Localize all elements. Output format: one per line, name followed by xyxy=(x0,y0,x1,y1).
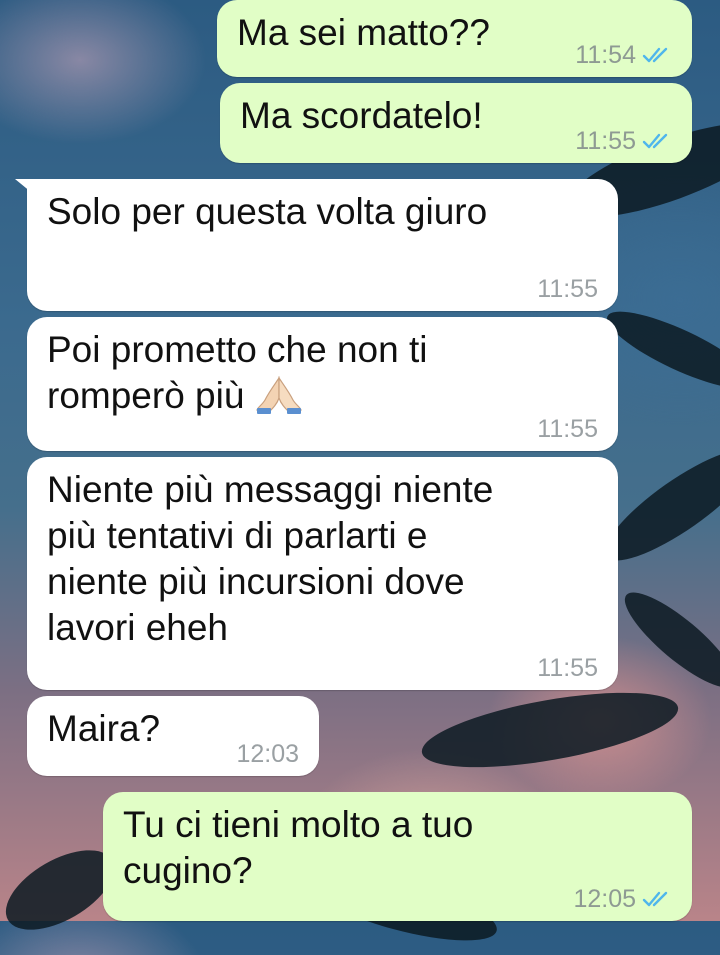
double-check-icon xyxy=(642,891,668,907)
message-text: Solo per questa volta giuro xyxy=(47,191,488,232)
message-meta: 12:03 xyxy=(236,740,299,768)
message-outgoing[interactable]: Ma sei matto?? 11:54 xyxy=(217,0,692,77)
message-meta: 11:55 xyxy=(537,275,598,303)
message-incoming[interactable]: Solo per questa volta giuro 11:55 xyxy=(15,179,618,311)
message-text: Tu ci tieni molto a tuo cugino? xyxy=(123,804,474,891)
message-incoming[interactable]: Maira? 12:03 xyxy=(27,696,319,776)
message-time: 11:55 xyxy=(537,415,598,443)
message-meta: 11:54 xyxy=(575,41,672,69)
double-check-icon xyxy=(642,47,668,63)
message-time: 12:03 xyxy=(236,740,299,768)
message-meta: 11:55 xyxy=(575,127,672,155)
message-meta: 11:55 xyxy=(537,654,598,682)
message-meta: 12:05 xyxy=(573,885,672,913)
message-outgoing[interactable]: Tu ci tieni molto a tuo cugino? 12:05 xyxy=(103,792,692,921)
chat-conversation: Ma sei matto?? 11:54 Ma scordatelo! 11:5… xyxy=(0,0,720,921)
message-incoming[interactable]: Poi prometto che non ti romperò più 11:5… xyxy=(27,317,618,451)
folded-hands-icon xyxy=(255,376,302,414)
message-text: Poi prometto che non ti romperò più xyxy=(47,327,598,419)
message-text: Niente più messaggi niente più tentativi… xyxy=(47,469,494,648)
message-time: 11:55 xyxy=(537,275,598,303)
message-meta: 11:55 xyxy=(537,415,598,443)
message-time: 11:55 xyxy=(537,654,598,682)
message-incoming[interactable]: Niente più messaggi niente più tentativi… xyxy=(27,457,618,690)
message-outgoing[interactable]: Ma scordatelo! 11:55 xyxy=(220,83,692,163)
message-time: 11:54 xyxy=(575,41,636,69)
message-time: 11:55 xyxy=(575,127,636,155)
double-check-icon xyxy=(642,133,668,149)
message-time: 12:05 xyxy=(573,885,636,913)
message-text-content: Poi prometto che non ti romperò più xyxy=(47,329,428,416)
bubble-tail xyxy=(15,179,37,197)
